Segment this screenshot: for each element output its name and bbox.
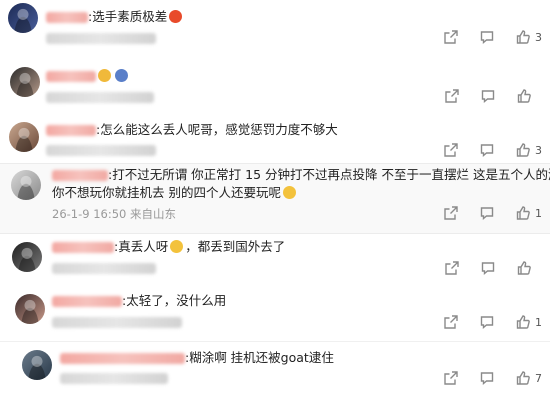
comment-meta-blurred [60,373,168,384]
share-icon[interactable] [443,205,459,221]
comment-icon[interactable] [480,260,496,276]
avatar[interactable] [10,67,40,97]
username-blurred[interactable] [46,125,96,136]
thumbs-up-icon[interactable] [515,29,531,45]
avatar[interactable] [15,294,45,324]
comment-meta-blurred [46,33,156,44]
comment-meta: 26-1-9 16:50 来自山东 [52,207,177,221]
comment-icon[interactable] [479,29,495,45]
comment-text-continued: 你不想玩你就挂机去 别的四个人还要玩呢 [52,185,281,200]
comment-item: :糊涂啊 挂机还被goat逮住 7 [0,344,550,395]
avatar[interactable] [8,3,38,33]
comment-text-continued: ，都丢到国外去了 [185,239,286,254]
thumbs-up-icon[interactable] [515,205,531,221]
like-count: 3 [535,143,542,157]
comment-icon[interactable] [479,142,495,158]
thumbs-up-icon[interactable] [515,370,531,386]
comment-actions: 1 [423,205,542,221]
comment-item: :怎么能这么丢人呢哥，感觉惩罚力度不够大 3 [0,116,550,162]
username-blurred[interactable] [60,353,185,364]
username-blurred[interactable] [46,12,88,23]
username-blurred[interactable] [52,242,114,253]
share-icon[interactable] [443,29,459,45]
thumbs-up-icon[interactable] [516,260,532,276]
comment-item: :太轻了，没什么用 1 [0,290,550,340]
comment-meta-blurred [46,145,156,156]
comment-text: :打不过无所谓 你正常打 15 分钟打不过再点投降 不至于一直摆烂 这是五个人的… [108,167,550,182]
comment-text: :太轻了，没什么用 [122,293,227,308]
share-icon[interactable] [444,260,460,276]
comment-actions: 3 [423,29,542,45]
comment-actions: 3 [423,142,542,158]
like-count: 1 [535,315,542,329]
comment-text: :怎么能这么丢人呢哥，感觉惩罚力度不够大 [96,122,338,137]
comment-meta-blurred [52,317,182,328]
sweat-emoji-icon [282,186,296,199]
avatar[interactable] [12,242,42,272]
comment-list: :选手素质极差 3 :怎么能这么丢人呢哥，感觉惩罚力度不够大 3:打不过无所谓… [0,0,550,395]
username-blurred[interactable] [46,71,96,82]
avatar[interactable] [22,350,52,380]
share-icon[interactable] [443,142,459,158]
thumbs-up-icon[interactable] [515,142,531,158]
crying-emoji-icon [170,240,184,253]
comment-actions: 7 [423,370,542,386]
thumbs-up-icon[interactable] [515,314,531,330]
like-count: 3 [535,30,542,44]
username-blurred[interactable] [52,296,122,307]
comment-text: :糊涂啊 挂机还被goat逮住 [185,350,334,365]
comment-icon[interactable] [479,205,495,221]
comment-meta-blurred [46,92,154,103]
angry-emoji-icon [169,10,183,23]
emoji-icon [98,69,111,82]
thumbs-up-icon[interactable] [516,88,532,104]
share-icon[interactable] [443,370,459,386]
divider [0,341,550,342]
comment-item [0,60,550,115]
comment-item: :选手素质极差 3 [0,0,550,55]
comment-icon[interactable] [479,314,495,330]
avatar[interactable] [11,170,41,200]
like-count: 1 [535,206,542,220]
comment-actions: 1 [423,314,542,330]
badge-icon [115,69,128,82]
comment-item: :真丢人呀 ，都丢到国外去了 [0,236,550,288]
share-icon[interactable] [444,88,460,104]
comment-item: :打不过无所谓 你正常打 15 分钟打不过再点投降 不至于一直摆烂 这是五个人的… [0,163,550,232]
like-count: 7 [535,371,542,385]
avatar[interactable] [9,122,39,152]
comment-icon[interactable] [479,370,495,386]
comment-actions [424,260,542,276]
comment-icon[interactable] [480,88,496,104]
comment-text: :真丢人呀 [114,239,169,254]
comment-text: :选手素质极差 [88,9,168,24]
share-icon[interactable] [443,314,459,330]
comment-meta-blurred [52,263,156,274]
username-blurred[interactable] [52,170,108,181]
comment-actions [424,88,542,104]
